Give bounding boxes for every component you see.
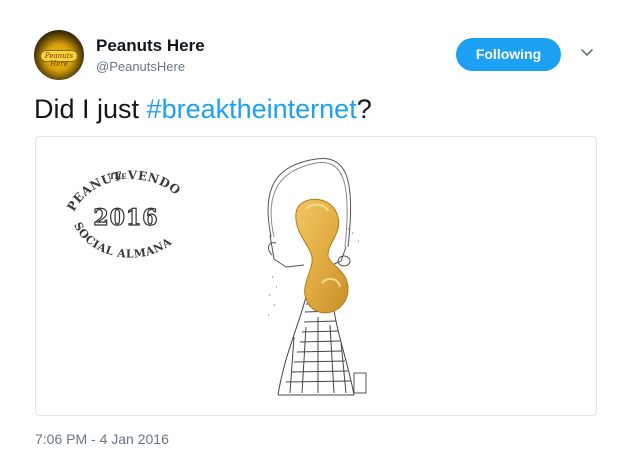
following-button[interactable]: Following (456, 38, 561, 71)
avatar-logo-text: Peanuts Here (44, 52, 74, 68)
tweet-media[interactable]: THE PEANUT VENDOR'S 2016 SOCIAL ALMANAC (35, 136, 597, 416)
almanac-logo: THE PEANUT VENDOR'S 2016 SOCIAL ALMANAC (36, 137, 183, 261)
avatar[interactable]: Peanuts Here (34, 30, 84, 80)
logo-arc-bottom-text: SOCIAL ALMANAC (36, 137, 174, 261)
logo-arc-top-text: PEANUT VENDOR'S (36, 137, 183, 214)
chevron-down-icon[interactable] (580, 46, 594, 60)
display-name[interactable]: Peanuts Here (96, 36, 205, 56)
dress-sketch (277, 296, 355, 396)
peanut-image (295, 198, 349, 314)
avatar-badge: Peanuts Here (40, 50, 78, 68)
logo-arc-bottom: SOCIAL ALMANAC (36, 137, 174, 261)
logo-arc-top: PEANUT VENDOR'S (36, 137, 183, 214)
tweet-text-plain: Did I just (34, 94, 147, 124)
tweet-timestamp[interactable]: 7:06 PM - 4 Jan 2016 (35, 430, 169, 448)
logo-year: 2016 (93, 205, 158, 231)
hashtag-link[interactable]: #breaktheinternet (147, 94, 357, 124)
tweet-text-end: ? (356, 94, 372, 124)
tweet-text: Did I just #breaktheinternet? (34, 92, 372, 126)
user-handle[interactable]: @PeanutsHere (96, 58, 205, 76)
user-names: Peanuts Here @PeanutsHere (96, 36, 205, 76)
